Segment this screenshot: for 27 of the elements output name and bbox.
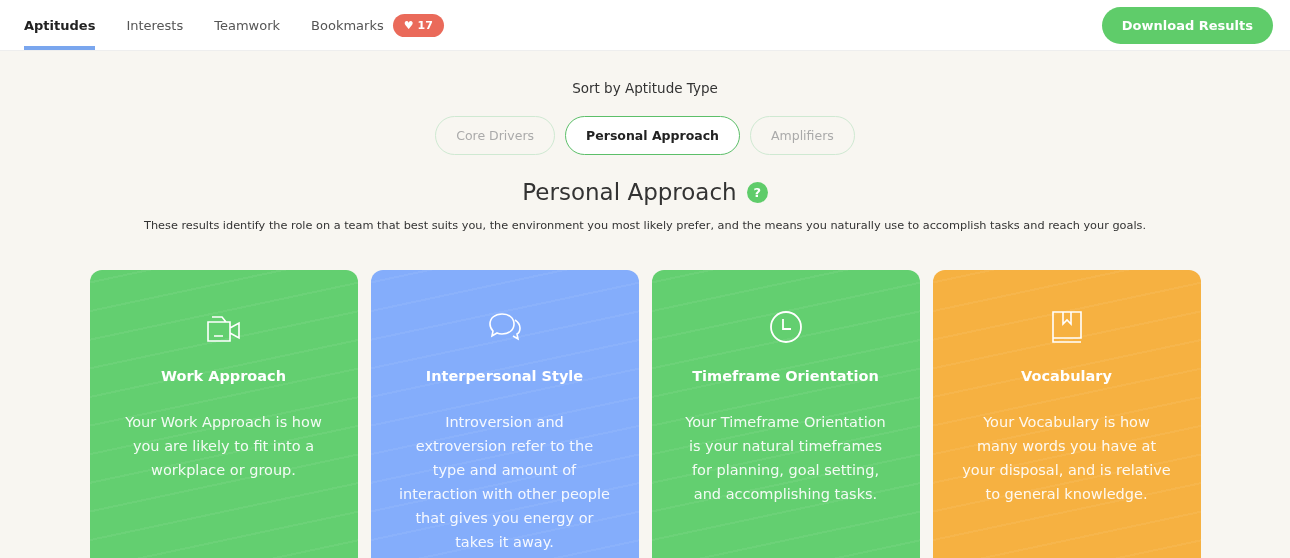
card-description: Your Work Approach is how you are likely to fit into a workplace or group. [124, 413, 323, 480]
heart-icon: ♥ [403, 18, 414, 32]
aptitude-card[interactable]: Vocabulary Your Vocabulary is how many words you have at your disposal, and is relative to general knowledge. [932, 270, 1201, 558]
help-icon[interactable]: ? [746, 181, 768, 203]
count-text: 17 [417, 18, 433, 32]
nav-tab[interactable]: Bookmarks [311, 0, 384, 50]
card-description: Introversion and extroversion refer to the type and amount of interaction with other people that gives you energy or takes it away. [398, 413, 611, 552]
card-title: Vocabulary [1020, 368, 1113, 384]
clock-icon [768, 310, 803, 344]
card-description: Your Timeframe Orientation is your natural timeframes for planning, goal setting, and accomplishing tasks. [684, 413, 887, 504]
card-title: Timeframe Orientation [691, 368, 880, 384]
section-title: Personal Approach [522, 179, 737, 205]
book-icon [1050, 310, 1083, 344]
aptitude-card[interactable]: Work Approach Your Work Approach is how you are likely to fit into a workplace or group. [89, 270, 358, 558]
card-title: Work Approach [159, 368, 288, 384]
download-results-button[interactable]: Download Results [1101, 6, 1273, 44]
aptitude-card[interactable]: Interpersonal Style Introversion and extroversion refer to the type and amount of interaction with other people that gives you energy or takes it away. [370, 270, 639, 558]
nav-tab[interactable]: Interests [126, 0, 184, 50]
sort-option-button[interactable]: Personal Approach [565, 116, 740, 155]
video-camera-icon [205, 314, 242, 344]
nav-tab[interactable]: Teamwork [214, 0, 281, 50]
sort-heading: Sort by Aptitude Type [572, 80, 718, 96]
section-description: These results identify the role on a team that best suits you, the environment you most likely prefer, and the means you naturally use to accomplish tasks and reach your goals. [144, 219, 1146, 232]
card-title: Interpersonal Style [424, 368, 585, 384]
nav-tab[interactable]: Aptitudes [24, 0, 96, 50]
card-description: Your Vocabulary is how many words you have at your disposal, and is relative to general knowledge. [961, 413, 1172, 504]
aptitude-card[interactable]: Timeframe Orientation Your Timeframe Orientation is your natural timeframes for planning, goal setting, and accomplishing tasks. [651, 270, 920, 558]
